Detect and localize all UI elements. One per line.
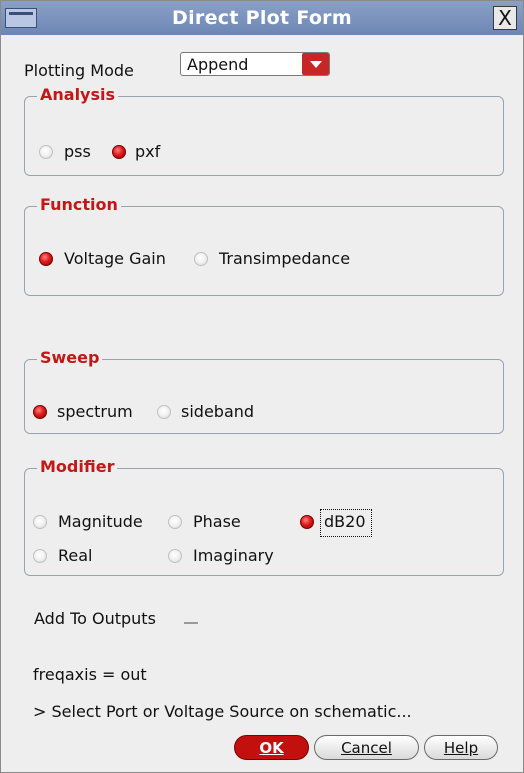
radio-transimpedance[interactable]: [194, 252, 208, 266]
radio-pss-label: pss: [64, 142, 91, 161]
plotting-mode-label: Plotting Mode: [24, 61, 134, 80]
radio-phase[interactable]: [168, 515, 182, 529]
window-title: Direct Plot Form: [172, 7, 352, 29]
radio-db20-label: dB20: [324, 512, 366, 531]
radio-transimpedance-label: Transimpedance: [219, 249, 351, 268]
chevron-down-icon[interactable]: [302, 53, 329, 75]
help-button[interactable]: Help: [424, 735, 498, 760]
radio-pxf[interactable]: [112, 145, 126, 159]
radio-sideband[interactable]: [157, 405, 171, 419]
radio-phase-label: Phase: [193, 512, 241, 531]
radio-pss[interactable]: [39, 145, 53, 159]
analysis-group-title: Analysis: [37, 85, 119, 104]
title-bar[interactable]: Direct Plot Form X: [1, 1, 523, 35]
radio-real[interactable]: [33, 549, 47, 563]
ok-button[interactable]: OK: [234, 735, 309, 760]
radio-magnitude-label: Magnitude: [58, 512, 143, 531]
radio-spectrum-label: spectrum: [57, 402, 133, 421]
radio-magnitude[interactable]: [33, 515, 47, 529]
modifier-group-title: Modifier: [37, 457, 118, 476]
close-button[interactable]: X: [493, 6, 517, 30]
direct-plot-form-window: Direct Plot Form X Plotting Mode Append …: [0, 0, 524, 773]
plotting-mode-value: Append: [187, 55, 249, 74]
add-to-outputs-checkbox[interactable]: [184, 613, 198, 624]
plotting-mode-select[interactable]: Append: [180, 52, 330, 76]
sweep-group: Sweep: [24, 348, 504, 434]
radio-imaginary[interactable]: [168, 549, 182, 563]
radio-sideband-label: sideband: [181, 402, 255, 421]
radio-db20[interactable]: [300, 515, 314, 529]
status-freqaxis: freqaxis = out: [33, 665, 147, 684]
radio-voltage-gain-label: Voltage Gain: [64, 249, 166, 268]
sweep-group-title: Sweep: [37, 348, 103, 367]
radio-imaginary-label: Imaginary: [193, 546, 274, 565]
analysis-group: Analysis: [24, 85, 504, 176]
radio-spectrum[interactable]: [33, 405, 47, 419]
function-group-title: Function: [37, 195, 121, 214]
radio-pxf-label: pxf: [135, 142, 161, 161]
add-to-outputs-label: Add To Outputs: [34, 609, 156, 628]
status-instruction: > Select Port or Voltage Source on schem…: [33, 702, 412, 721]
cancel-button[interactable]: Cancel: [314, 735, 419, 760]
radio-real-label: Real: [58, 546, 93, 565]
radio-voltage-gain[interactable]: [39, 252, 53, 266]
